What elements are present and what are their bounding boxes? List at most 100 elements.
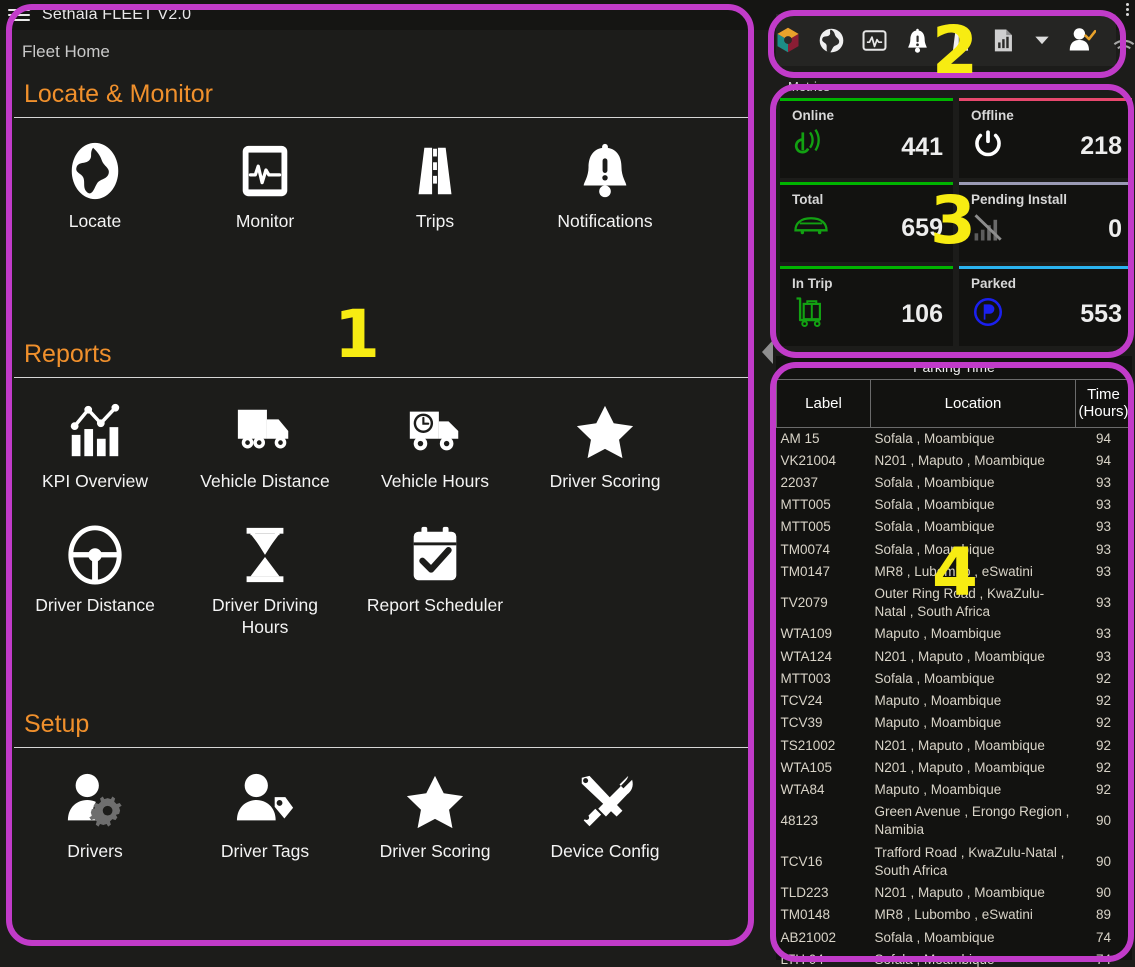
table-row[interactable]: LTH 04 Sofala , Moambique 74 <box>777 949 1132 967</box>
table-row[interactable]: AM 15 Sofala , Moambique 94 <box>777 427 1132 450</box>
tile-driver-distance[interactable]: Driver Distance <box>10 520 180 638</box>
table-row[interactable]: MTT005 Sofala , Moambique 93 <box>777 516 1132 538</box>
tile-notifications[interactable]: Notifications <box>520 136 690 232</box>
table-row[interactable]: TM0147 MR8 , Lubombo , eSwatini 93 <box>777 561 1132 583</box>
tile-trips[interactable]: Trips <box>350 136 520 232</box>
cell-location: Green Avenue , Erongo Region , Namibia <box>874 804 1070 838</box>
table-row[interactable]: WTA105 N201 , Maputo , Moambique 92 <box>777 757 1132 779</box>
table-row[interactable]: TLD223 N201 , Maputo , Moambique 90 <box>777 882 1132 904</box>
table-row[interactable]: TS21002 N201 , Maputo , Moambique 92 <box>777 735 1132 757</box>
cell-time: 74 <box>1095 929 1112 945</box>
tile-drivers[interactable]: Drivers <box>10 766 180 862</box>
cell-time: 93 <box>1095 626 1112 642</box>
user-gear-icon <box>64 766 126 832</box>
table-row[interactable]: TCV24 Maputo , Moambique 92 <box>777 690 1132 712</box>
metric-label: In Trip <box>792 276 833 291</box>
cell-label: LTH 04 <box>780 951 824 967</box>
cell-location: N201 , Maputo , Moambique <box>874 759 1045 775</box>
cell-time: 89 <box>1095 907 1112 923</box>
metric-value: 0 <box>1108 215 1122 243</box>
table-row[interactable]: 48123 Green Avenue , Erongo Region , Nami… <box>777 801 1132 841</box>
tile-driver-tags[interactable]: Driver Tags <box>180 766 350 862</box>
table-row[interactable]: MTT005 Sofala , Moambique 93 <box>777 494 1132 516</box>
app-logo-icon[interactable] <box>774 25 802 55</box>
metric-card-online[interactable]: Online 441 <box>780 98 953 178</box>
column-header-location[interactable]: Location <box>870 379 1076 428</box>
cell-location: Sofala , Moambique <box>874 929 995 945</box>
luggage-cart-icon <box>792 295 828 334</box>
metric-card-pending-install[interactable]: Pending Install 0 <box>959 182 1132 262</box>
table-row[interactable]: TM0148 MR8 , Lubombo , eSwatini 89 <box>777 904 1132 926</box>
metric-card-in-trip[interactable]: In Trip 106 <box>780 266 953 346</box>
tile-device-config[interactable]: Device Config <box>520 766 690 862</box>
cell-location: Maputo , Moambique <box>874 693 1002 709</box>
column-header-time[interactable]: Time (Hours) <box>1075 379 1132 428</box>
monitor-waveform-icon[interactable] <box>861 25 888 55</box>
cell-location: MR8 , Lubombo , eSwatini <box>874 563 1033 579</box>
chevron-down-icon[interactable] <box>1032 25 1052 55</box>
table-row[interactable]: TCV16 Trafford Road , KwaZulu-Natal , Sou… <box>777 842 1132 882</box>
table-row[interactable]: WTA124 N201 , Maputo , Moambique 93 <box>777 646 1132 668</box>
parking-time-panel: Parking Time Label Location Time (Hours)… <box>776 356 1132 967</box>
table-row[interactable]: TM0074 Sofala , Moambique 93 <box>777 539 1132 561</box>
section-title-setup: Setup <box>14 704 754 748</box>
cell-location: Maputo , Moambique <box>874 782 1002 797</box>
breadcrumb[interactable]: Fleet Home <box>0 30 758 74</box>
table-row[interactable]: TV2079 Outer Ring Road , KwaZulu-Natal , … <box>777 583 1132 623</box>
table-row[interactable]: MTT003 Sofala , Moambique 92 <box>777 668 1132 690</box>
cell-location: Trafford Road , KwaZulu-Natal , South Af… <box>874 844 1065 878</box>
tools-icon <box>574 766 636 832</box>
cell-location: Sofala , Moambique <box>874 951 995 967</box>
kebab-menu-icon[interactable] <box>1126 3 1129 16</box>
cell-time: 90 <box>1095 853 1112 869</box>
cell-label: WTA84 <box>780 782 825 797</box>
table-row[interactable]: WTA84 Maputo , Moambique 92 <box>777 779 1132 801</box>
report-chart-icon[interactable] <box>990 25 1016 55</box>
truck-icon <box>234 396 296 462</box>
cell-location: Sofala , Moambique <box>874 670 995 686</box>
cell-label: TV2079 <box>780 595 828 611</box>
table-row[interactable]: TCV39 Maputo , Moambique 92 <box>777 712 1132 734</box>
cell-label: WTA109 <box>780 626 833 642</box>
road-icon[interactable] <box>947 25 974 55</box>
user-tag-icon <box>234 766 296 832</box>
user-check-icon[interactable] <box>1068 25 1096 55</box>
tile-kpi-overview[interactable]: KPI Overview <box>10 396 180 492</box>
tile-monitor[interactable]: Monitor <box>180 136 350 232</box>
tile-label: Driver Tags <box>220 841 310 861</box>
tile-label: KPI Overview <box>42 471 148 491</box>
wifi-icon[interactable] <box>1113 36 1135 63</box>
cell-label: MTT005 <box>780 519 831 535</box>
cell-label: MTT003 <box>780 670 831 686</box>
hourglass-icon <box>234 520 296 586</box>
cell-label: TM0147 <box>780 563 831 579</box>
table-row[interactable]: WTA109 Maputo , Moambique 93 <box>777 623 1132 645</box>
tile-driver-driving-hours[interactable]: Driver Driving Hours <box>180 520 350 638</box>
tile-report-scheduler[interactable]: Report Scheduler <box>350 520 520 638</box>
tile-label: Driver Driving Hours <box>212 595 318 637</box>
tile-label: Device Config <box>550 841 660 861</box>
cell-time: 93 <box>1095 541 1112 557</box>
monitor-waveform-icon <box>234 136 296 202</box>
tile-vehicle-hours[interactable]: Vehicle Hours <box>350 396 520 492</box>
panel-collapse-arrow[interactable] <box>762 340 773 364</box>
tile-driver-scoring-reports[interactable]: Driver Scoring <box>520 396 690 492</box>
bell-alert-icon[interactable] <box>904 25 931 55</box>
tile-driver-scoring-setup[interactable]: Driver Scoring <box>350 766 520 862</box>
table-row[interactable]: AB21002 Sofala , Moambique 74 <box>777 927 1132 949</box>
metric-value: 659 <box>901 214 943 242</box>
column-header-label[interactable]: Label <box>776 379 871 428</box>
tile-locate[interactable]: Locate <box>10 136 180 232</box>
metric-card-total[interactable]: Total 659 <box>780 182 953 262</box>
tile-vehicle-distance[interactable]: Vehicle Distance <box>180 396 350 492</box>
hamburger-icon[interactable] <box>8 9 30 21</box>
globe-icon[interactable] <box>818 25 845 55</box>
chart-bars-line-icon <box>64 396 126 462</box>
metric-card-parked[interactable]: Parked 553 <box>959 266 1132 346</box>
table-row[interactable]: 22037 Sofala , Moambique 93 <box>777 472 1132 494</box>
road-icon <box>404 136 466 202</box>
cell-location: N201 , Maputo , Moambique <box>874 452 1045 468</box>
metric-card-offline[interactable]: Offline 218 <box>959 98 1132 178</box>
cell-label: WTA105 <box>780 759 833 775</box>
table-row[interactable]: VK21004 N201 , Maputo , Moambique 94 <box>777 450 1132 472</box>
